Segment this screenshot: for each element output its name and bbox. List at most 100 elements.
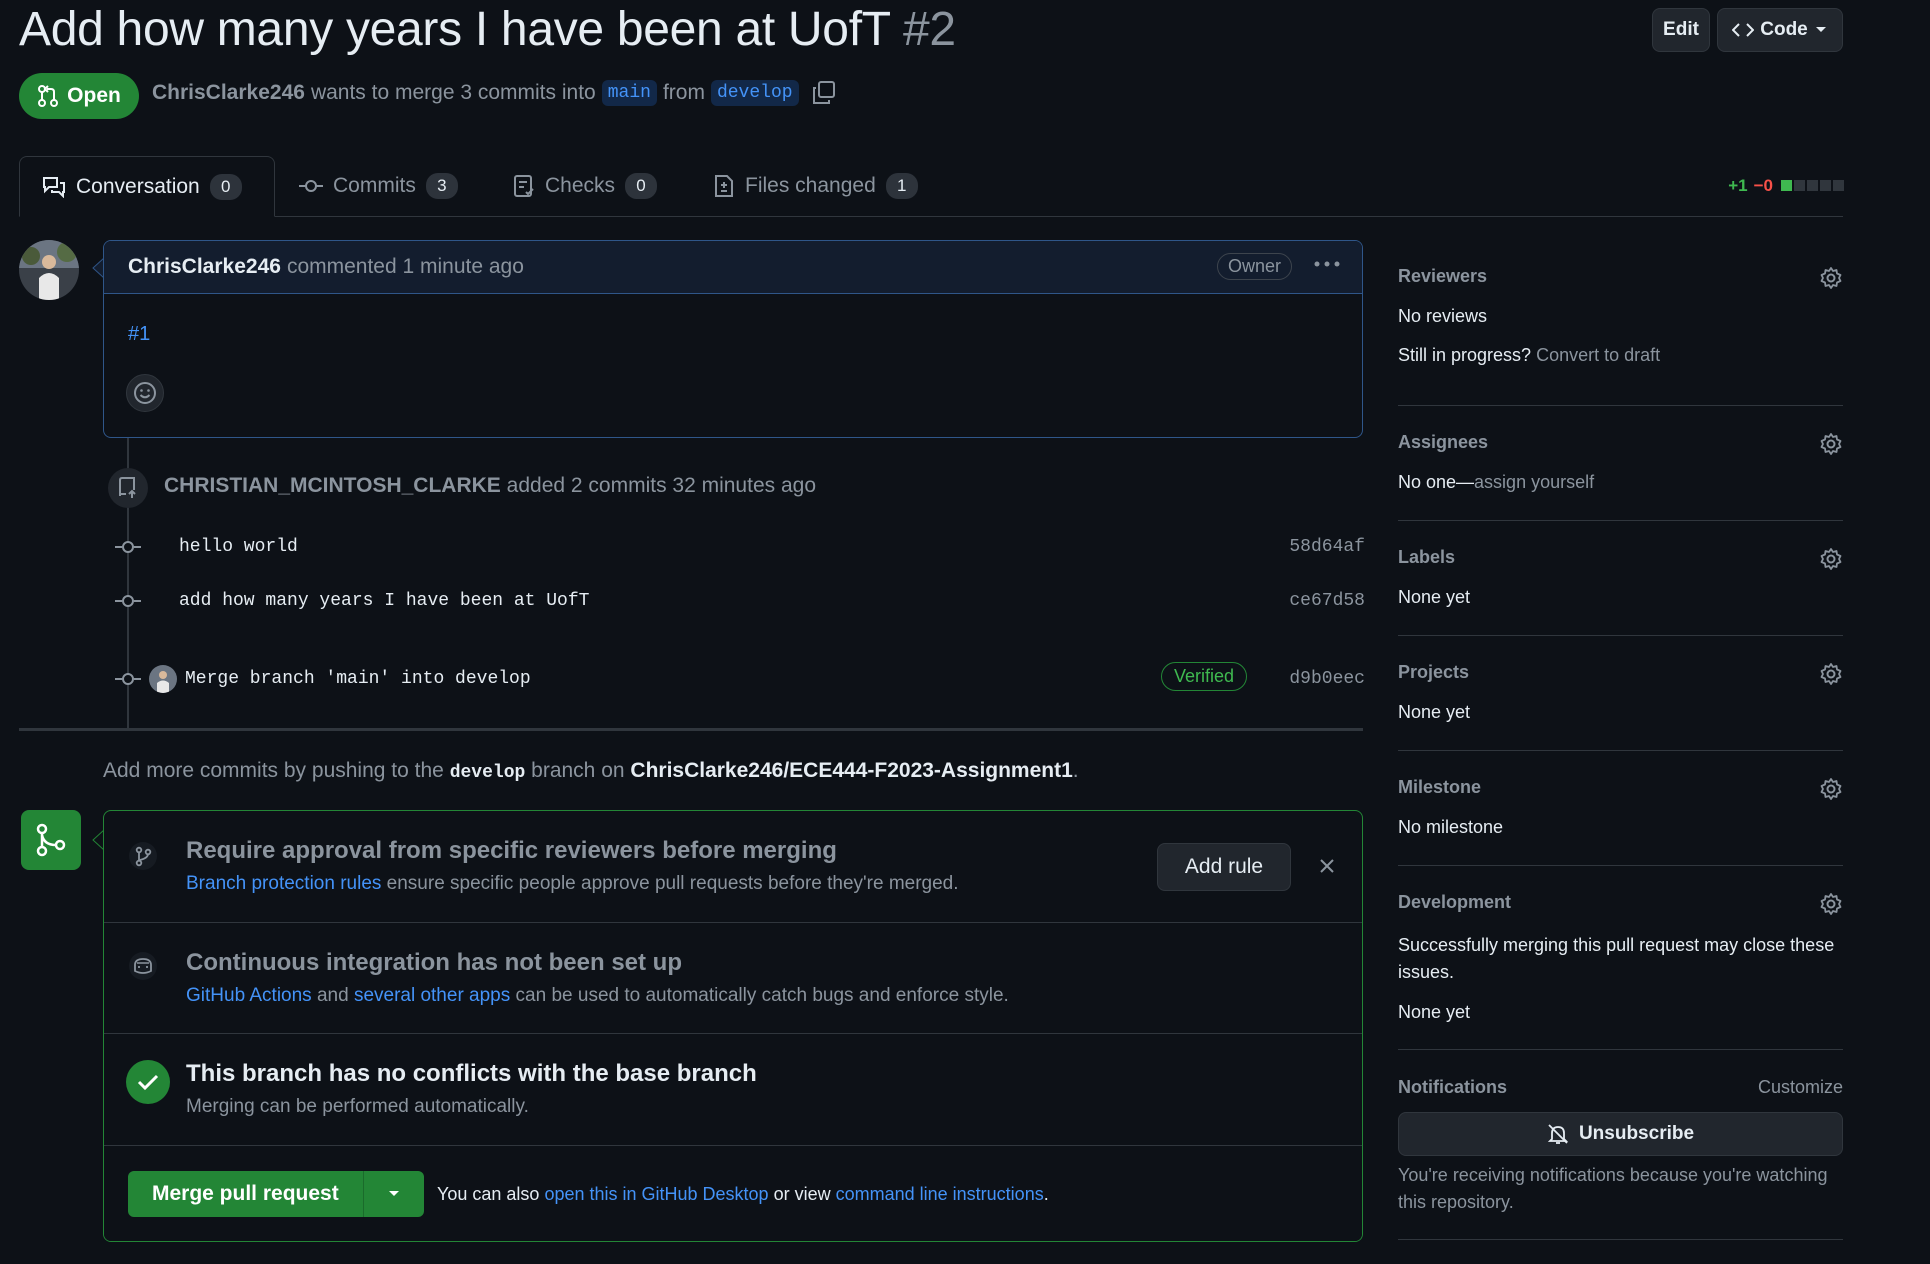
branch-protection-link[interactable]: Branch protection rules <box>186 873 381 894</box>
tab-conversation[interactable]: Conversation 0 <box>19 156 275 217</box>
close-icon[interactable] <box>1318 857 1336 875</box>
conflicts-section: This branch has no conflicts with the ba… <box>104 1034 1362 1146</box>
file-diff-icon <box>715 175 733 197</box>
add-reaction-button[interactable] <box>126 374 164 412</box>
commit-author-avatar[interactable] <box>149 665 177 693</box>
avatar[interactable] <box>19 240 79 300</box>
ci-and: and <box>316 985 349 1006</box>
caret-down-icon <box>1815 27 1826 32</box>
unsubscribe-button[interactable]: Unsubscribe <box>1398 1112 1843 1156</box>
tab-checks[interactable]: Checks 0 <box>491 156 679 216</box>
push-hint-middle: branch on <box>531 759 625 782</box>
commit-message[interactable]: Merge branch 'main' into develop <box>185 669 531 689</box>
sidebar-reviewers-header[interactable]: Reviewers <box>1398 266 1843 296</box>
issue-link[interactable]: #1 <box>128 323 150 346</box>
push-hint-branch: develop <box>449 763 526 783</box>
check-circle <box>126 1060 170 1104</box>
verified-badge[interactable]: Verified <box>1160 662 1247 691</box>
add-rule-button[interactable]: Add rule <box>1157 843 1291 891</box>
gear-icon[interactable] <box>1819 777 1843 801</box>
comment-author[interactable]: ChrisClarke246 <box>128 255 281 279</box>
sidebar-label: Milestone <box>1398 777 1482 797</box>
tab-files-changed[interactable]: Files changed 1 <box>691 156 940 216</box>
assignees-value: No one—assign yourself <box>1398 472 1843 493</box>
sidebar-notifications-header: Notifications Customize <box>1398 1077 1843 1103</box>
commit-icon <box>115 595 141 607</box>
merge-pull-request-button[interactable]: Merge pull request <box>128 1171 364 1217</box>
development-value: None yet <box>1398 1002 1471 1022</box>
gear-icon[interactable] <box>1819 547 1843 571</box>
sidebar-label: Assignees <box>1398 432 1489 452</box>
merge-hint: You can also open this in GitHub Desktop… <box>437 1184 1049 1205</box>
gear-icon[interactable] <box>1819 432 1843 456</box>
code-icon <box>1732 23 1755 37</box>
sidebar-divider <box>1398 750 1843 751</box>
push-hint-suffix: . <box>1072 759 1079 782</box>
status-badge: Open <box>19 73 139 119</box>
commit-sha[interactable]: 58d64af <box>1289 537 1365 557</box>
sidebar-development-header[interactable]: Development <box>1398 892 1843 922</box>
comment-header: ChrisClarke246 commented 1 minute ago Ow… <box>104 241 1362 294</box>
customize-link[interactable]: Customize <box>1758 1077 1843 1098</box>
sidebar-label: Reviewers <box>1398 266 1488 286</box>
merge-button-group: Merge pull request <box>128 1171 424 1217</box>
code-button[interactable]: Code <box>1717 8 1843 52</box>
merge-box: Require approval from specific reviewers… <box>103 810 1363 1242</box>
sidebar-divider <box>1398 865 1843 866</box>
sidebar-divider <box>1398 405 1843 406</box>
push-actor[interactable]: CHRISTIAN_MCINTOSH_CLARKE <box>164 474 501 497</box>
status-label: Open <box>67 84 121 107</box>
push-hint-prefix: Add more commits by pushing to the <box>103 759 444 782</box>
comment-time[interactable]: commented 1 minute ago <box>287 255 524 279</box>
push-event-text: added 2 commits 32 minutes ago <box>506 474 816 497</box>
copilot-icon <box>129 952 157 980</box>
github-actions-link[interactable]: GitHub Actions <box>186 985 312 1006</box>
projects-value: None yet <box>1398 702 1471 722</box>
check-icon <box>137 1074 159 1091</box>
gear-icon[interactable] <box>1819 266 1843 290</box>
sidebar-projects-header[interactable]: Projects <box>1398 662 1843 692</box>
commit-message[interactable]: hello world <box>179 537 298 557</box>
pr-tabs: Conversation 0 Commits 3 Checks 0 Files … <box>19 156 1843 217</box>
base-branch[interactable]: main <box>601 80 657 106</box>
commit-message[interactable]: add how many years I have been at UofT <box>179 591 589 611</box>
assignees-none: No one— <box>1398 472 1475 492</box>
gear-icon[interactable] <box>1819 892 1843 916</box>
sidebar-labels-header[interactable]: Labels <box>1398 547 1843 577</box>
tab-counter: 3 <box>425 173 458 199</box>
labels-value: None yet <box>1398 587 1471 607</box>
command-line-link[interactable]: command line instructions <box>836 1184 1044 1204</box>
push-hint: Add more commits by pushing to the devel… <box>103 759 1079 783</box>
pr-title: Add how many years I have been at UofT <box>19 3 890 56</box>
merge-status-badge <box>21 810 81 870</box>
diff-bar <box>1779 176 1844 196</box>
code-button-label: Code <box>1760 19 1808 40</box>
github-desktop-link[interactable]: open this in GitHub Desktop <box>544 1184 768 1204</box>
from-text: from <box>662 81 705 104</box>
tab-counter: 0 <box>625 173 658 199</box>
commit-sha[interactable]: d9b0eec <box>1289 669 1365 689</box>
head-branch[interactable]: develop <box>710 80 799 106</box>
sidebar-assignees-header[interactable]: Assignees <box>1398 432 1843 462</box>
owner-badge: Owner <box>1216 253 1292 280</box>
merge-options-button[interactable] <box>363 1171 424 1217</box>
copy-icon[interactable] <box>811 80 837 106</box>
gear-icon[interactable] <box>1819 662 1843 686</box>
author-link[interactable]: ChrisClarke246 <box>152 81 305 105</box>
push-hint-repo[interactable]: ChrisClarke246/ECE444-F2023-Assignment1 <box>630 759 1072 782</box>
kebab-horizontal-icon[interactable] <box>1314 259 1340 269</box>
repo-push-icon <box>119 477 136 498</box>
assign-yourself-link[interactable]: assign yourself <box>1474 472 1594 492</box>
convert-to-draft-link[interactable]: Convert to draft <box>1536 345 1660 365</box>
caret-down-icon <box>388 1191 399 1196</box>
merge-hint-end: . <box>1043 1184 1049 1204</box>
sidebar-milestone-header[interactable]: Milestone <box>1398 777 1843 807</box>
diffstat: +1 −0 <box>1728 176 1844 196</box>
tab-commits[interactable]: Commits 3 <box>277 156 480 216</box>
edit-button[interactable]: Edit <box>1652 8 1710 52</box>
protection-text: ensure specific people approve pull requ… <box>386 873 959 894</box>
reviewers-value: No reviews <box>1398 306 1488 326</box>
commit-sha[interactable]: ce67d58 <box>1289 591 1365 611</box>
tab-label: Commits <box>333 174 416 197</box>
other-apps-link[interactable]: several other apps <box>354 985 510 1006</box>
